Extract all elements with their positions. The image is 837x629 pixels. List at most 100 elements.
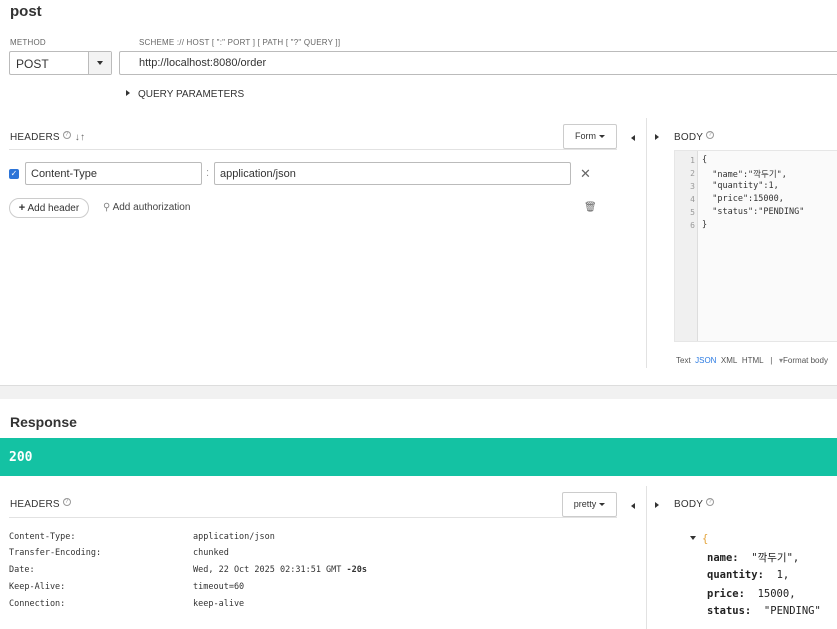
panel-divider xyxy=(646,486,647,629)
response-title: Response xyxy=(10,414,77,430)
arrow-right-icon xyxy=(655,134,659,140)
format-html-option[interactable]: HTML xyxy=(742,356,764,365)
sort-icon[interactable]: ↓↑ xyxy=(75,132,85,143)
method-label: METHOD xyxy=(10,38,46,47)
help-icon[interactable]: ? xyxy=(62,498,71,506)
add-header-label: Add header xyxy=(27,203,80,214)
body-editor[interactable]: 1 2 3 4 5 6 { "name":"깍두기", "quantity":1… xyxy=(674,150,837,342)
json-key: quantity: xyxy=(707,569,764,581)
json-key: status: xyxy=(707,605,752,617)
collapse-left-arrow[interactable] xyxy=(631,500,635,512)
format-xml-option[interactable]: XML xyxy=(721,356,737,365)
response-header-name: Keep-Alive: xyxy=(9,582,66,592)
line-number: 4 xyxy=(690,195,695,204)
response-header-value: keep-alive xyxy=(193,599,245,609)
form-button-label: Form xyxy=(575,131,596,141)
header-value-input[interactable]: application/json xyxy=(214,162,571,185)
code-line: } xyxy=(702,220,708,230)
response-header-name: Content-Type: xyxy=(9,532,76,542)
code-line: "status":"PENDING" xyxy=(702,207,805,217)
request-title: post xyxy=(10,3,42,20)
url-input[interactable]: http://localhost:8080/order xyxy=(119,51,837,75)
section-separator[interactable] xyxy=(0,385,837,399)
response-headers-text: HEADERS xyxy=(10,499,60,510)
add-authorization-label: Add authorization xyxy=(112,202,191,213)
header-value-value: application/json xyxy=(220,168,296,180)
format-json-option[interactable]: JSON xyxy=(695,356,716,365)
form-toggle-button[interactable]: Form xyxy=(563,124,617,149)
arrow-right-icon xyxy=(655,502,659,508)
arrow-left-icon xyxy=(631,135,635,141)
response-body-label: BODY? xyxy=(674,498,715,510)
chevron-down-icon xyxy=(97,61,103,65)
json-open-brace: { xyxy=(702,533,709,545)
header-name-value: Content-Type xyxy=(31,168,98,180)
add-authorization-link[interactable]: ⚲ Add authorization xyxy=(103,202,190,213)
expand-right-arrow[interactable] xyxy=(655,132,667,144)
query-parameters-label: QUERY PARAMETERS xyxy=(138,89,245,100)
json-row: status: "PENDING" xyxy=(707,605,821,617)
pretty-toggle-button[interactable]: pretty xyxy=(562,492,617,517)
method-dropdown-button[interactable] xyxy=(88,52,111,74)
line-number: 2 xyxy=(690,169,695,178)
expand-arrow-icon xyxy=(126,90,130,96)
caret-down-icon xyxy=(599,135,605,138)
line-number: 5 xyxy=(690,208,695,217)
code-line: { xyxy=(702,155,708,165)
request-body-label: BODY? xyxy=(674,131,715,143)
url-value: http://localhost:8080/order xyxy=(139,57,267,69)
json-row: name: "깍두기", xyxy=(707,550,799,565)
response-header-value: timeout=60 xyxy=(193,582,245,592)
code-line: "quantity":1, xyxy=(702,181,779,191)
key-icon: ⚲ xyxy=(103,202,111,213)
expand-right-arrow[interactable] xyxy=(655,500,667,512)
response-header-value: application/json xyxy=(193,532,275,542)
query-parameters-toggle[interactable]: QUERY PARAMETERS xyxy=(126,89,244,100)
response-header-name: Date: xyxy=(9,565,35,575)
code-line: "name":"깍두기", xyxy=(702,170,787,180)
body-label-text: BODY xyxy=(674,132,704,143)
json-root-row[interactable]: { xyxy=(690,533,708,545)
date-age: -20s xyxy=(346,565,368,575)
json-row: quantity: 1, xyxy=(707,569,789,581)
format-body-button[interactable]: Format body xyxy=(783,356,828,365)
help-icon[interactable]: ? xyxy=(706,498,715,506)
request-headers-text: HEADERS xyxy=(10,132,60,143)
method-value: POST xyxy=(16,57,49,71)
body-label-text: BODY xyxy=(674,499,704,510)
collapse-left-arrow[interactable] xyxy=(631,132,635,144)
help-icon[interactable]: ? xyxy=(62,131,71,139)
divider xyxy=(9,149,617,150)
header-enabled-checkbox[interactable]: ✓ xyxy=(9,169,19,179)
header-name-input[interactable]: Content-Type xyxy=(25,162,202,185)
response-header-value: chunked xyxy=(193,548,229,558)
response-header-value: Wed, 22 Oct 2025 02:31:51 GMT -20s xyxy=(193,565,367,575)
json-value: 15000, xyxy=(757,588,796,600)
collapse-triangle-icon[interactable] xyxy=(690,536,696,540)
add-header-button[interactable]: + Add header xyxy=(9,198,89,218)
response-header-name: Transfer-Encoding: xyxy=(9,548,102,558)
header-colon: : xyxy=(206,167,210,179)
response-header-name: Connection: xyxy=(9,599,66,609)
format-text-option[interactable]: Text xyxy=(676,356,691,365)
line-number: 6 xyxy=(690,221,695,230)
response-headers-label: HEADERS? xyxy=(10,498,71,510)
status-bar: 200 xyxy=(0,438,837,476)
help-icon[interactable]: ? xyxy=(706,131,715,139)
json-key: name: xyxy=(707,552,739,564)
json-value: "깍두기", xyxy=(751,552,800,564)
arrow-left-icon xyxy=(631,503,635,509)
request-headers-label: HEADERS? ↓↑ xyxy=(10,131,85,143)
format-separator: | xyxy=(770,356,773,365)
line-number: 3 xyxy=(690,182,695,191)
body-format-bar: Text JSON XML HTML | ▾Format body xyxy=(676,356,828,365)
method-select[interactable]: POST xyxy=(9,51,112,75)
trash-icon[interactable]: 🗑 xyxy=(584,202,597,213)
panel-divider xyxy=(646,118,647,368)
json-value: "PENDING" xyxy=(763,605,821,617)
pretty-button-label: pretty xyxy=(573,499,597,509)
divider xyxy=(9,517,617,518)
date-value: Wed, 22 Oct 2025 02:31:51 GMT xyxy=(193,565,342,575)
json-value: 1, xyxy=(776,569,790,581)
remove-header-icon[interactable]: ✕ xyxy=(580,166,591,182)
